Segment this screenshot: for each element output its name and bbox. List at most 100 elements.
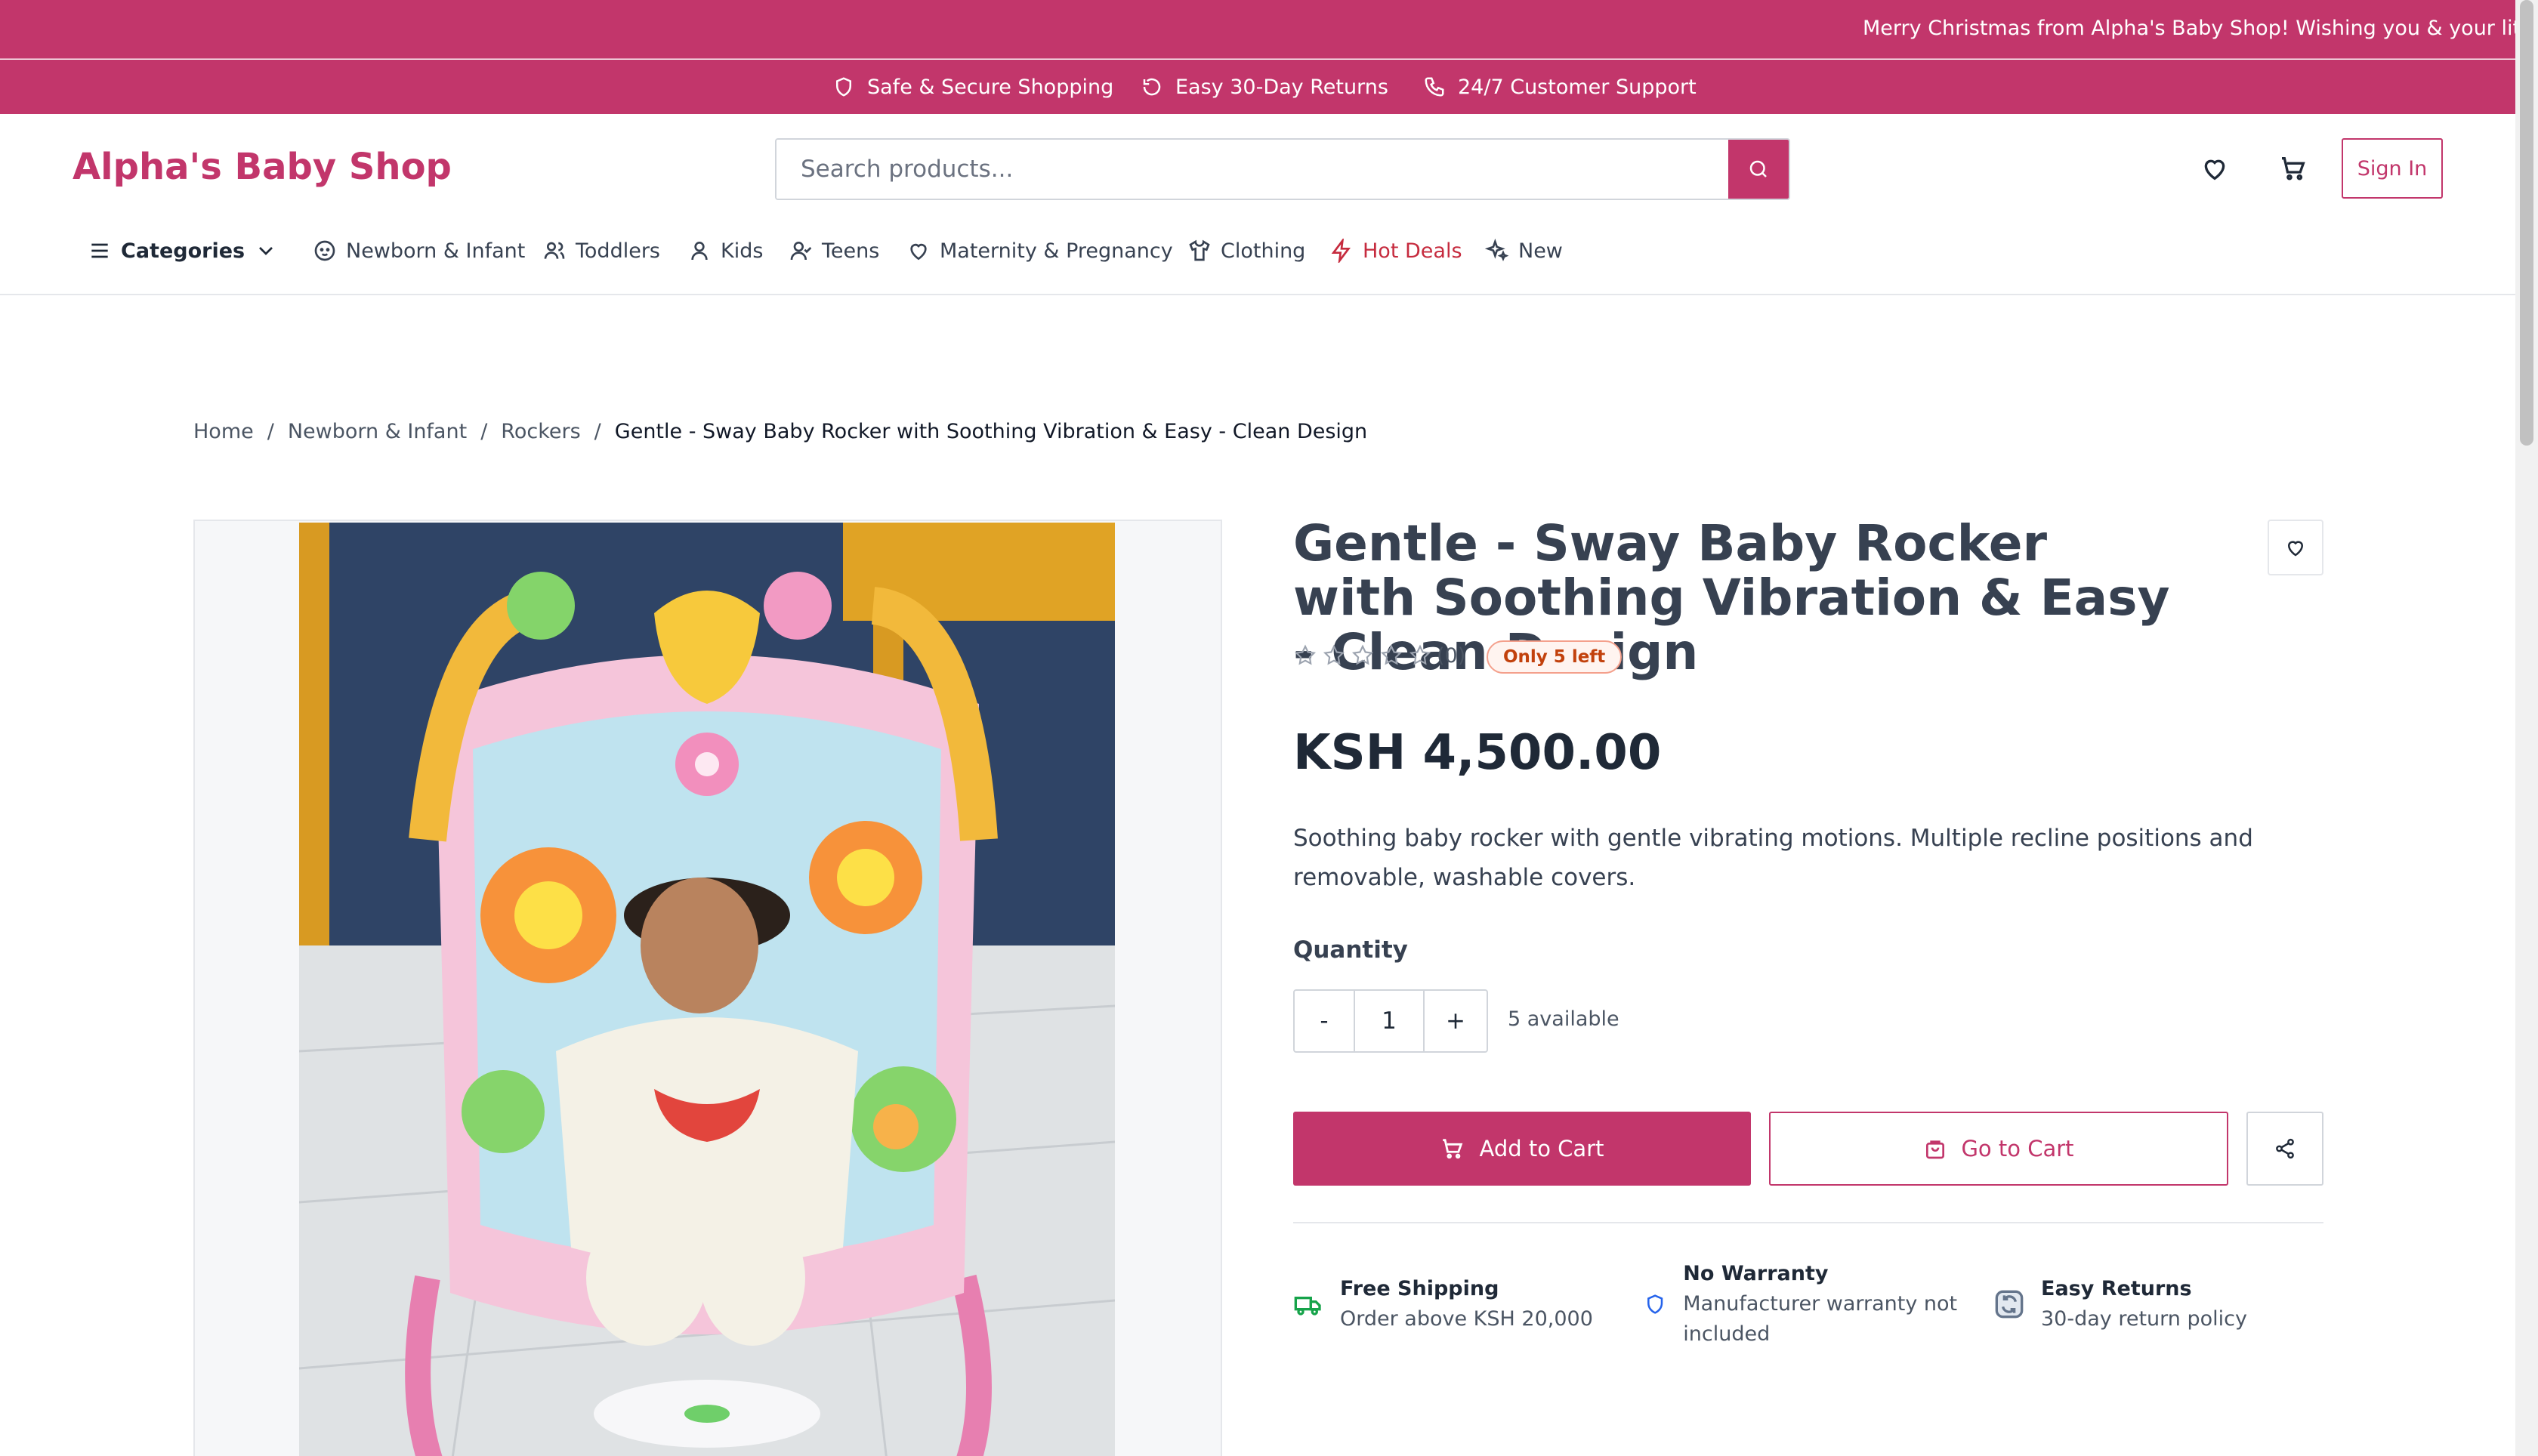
search-input[interactable]	[777, 140, 1728, 199]
feature-free-shipping: Free Shipping Order above KSH 20,000	[1293, 1274, 1593, 1334]
product-gallery	[193, 520, 1222, 1456]
shopping-bag-icon	[1926, 1140, 1945, 1159]
user-check-icon	[790, 242, 812, 261]
menu-icon	[91, 243, 108, 258]
trust-label: 24/7 Customer Support	[1458, 75, 1697, 99]
star-icon	[1380, 644, 1403, 665]
nav-item-new[interactable]: New	[1485, 231, 1563, 270]
baby-icon	[314, 240, 335, 261]
refresh-icon	[1995, 1290, 2024, 1319]
nav-label: Teens	[822, 239, 880, 263]
trust-item-secure: Safe & Secure Shopping	[832, 60, 1113, 114]
add-to-wishlist-button[interactable]	[2268, 520, 2323, 575]
nav-item-toddlers[interactable]: Toddlers	[542, 231, 660, 270]
nav-item-maternity[interactable]: Maternity & Pregnancy	[906, 231, 1173, 270]
categories-menu-button[interactable]: Categories	[88, 231, 278, 270]
nav-label: Hot Deals	[1363, 239, 1462, 263]
feature-subtitle: 30-day return policy	[2041, 1307, 2247, 1331]
quantity-input[interactable]: 1	[1355, 991, 1425, 1051]
feature-subtitle: Order above KSH 20,000	[1340, 1307, 1593, 1331]
sparkles-icon	[1485, 239, 1509, 262]
cart-icon	[1443, 1139, 1463, 1159]
nav-item-hot-deals[interactable]: Hot Deals	[1329, 231, 1462, 270]
breadcrumb-separator: /	[480, 420, 488, 443]
trust-label: Easy 30-Day Returns	[1175, 75, 1388, 99]
heart-icon	[910, 243, 927, 261]
share-icon	[2276, 1138, 2294, 1159]
quantity-stepper: - 1 +	[1293, 989, 1488, 1053]
availability-text: 5 available	[1508, 1007, 1619, 1031]
phone-icon	[1425, 77, 1444, 97]
go-to-cart-button[interactable]: Go to Cart	[1769, 1112, 2228, 1186]
nav-item-newborn[interactable]: Newborn & Infant	[313, 231, 525, 270]
feature-title: Free Shipping	[1340, 1277, 1499, 1300]
search-bar	[775, 138, 1790, 200]
breadcrumb-home[interactable]: Home	[193, 420, 254, 443]
breadcrumb-current: Gentle - Sway Baby Rocker with Soothing …	[614, 420, 1368, 443]
feature-title: No Warranty	[1683, 1262, 1829, 1285]
zap-icon	[1331, 239, 1351, 263]
nav-label: Maternity & Pregnancy	[940, 239, 1173, 263]
wishlist-heart-icon[interactable]	[2200, 153, 2230, 184]
promo-text: Merry Christmas from Alpha's Baby Shop! …	[1863, 17, 2515, 40]
nav-label: Kids	[721, 239, 764, 263]
review-count: (0)	[1437, 643, 1466, 668]
go-to-cart-label: Go to Cart	[1961, 1136, 2074, 1161]
star-icon	[1323, 644, 1345, 665]
categories-label: Categories	[121, 239, 245, 263]
chevron-down-icon	[259, 247, 273, 255]
product-image[interactable]	[299, 523, 1115, 1456]
share-button[interactable]	[2246, 1112, 2323, 1186]
scrollbar-thumb[interactable]	[2520, 0, 2533, 446]
breadcrumb-rockers[interactable]: Rockers	[501, 420, 580, 443]
quantity-decrease-button[interactable]: -	[1295, 991, 1355, 1051]
nav-label: New	[1518, 239, 1563, 263]
sign-in-button[interactable]: Sign In	[2342, 138, 2443, 199]
user-icon	[691, 242, 708, 261]
quantity-increase-button[interactable]: +	[1425, 991, 1487, 1051]
section-divider	[1293, 1222, 2323, 1223]
nav-item-teens[interactable]: Teens	[789, 231, 879, 270]
star-icon	[1351, 644, 1374, 665]
nav-item-clothing[interactable]: Clothing	[1187, 231, 1305, 270]
shirt-icon	[1189, 239, 1210, 261]
star-icon	[1294, 644, 1317, 665]
nav-label: Newborn & Infant	[346, 239, 526, 263]
breadcrumb: Home / Newborn & Infant / Rockers / Gent…	[193, 420, 1367, 443]
breadcrumb-separator: /	[267, 420, 274, 443]
star-icon	[1409, 644, 1431, 665]
feature-title: Easy Returns	[2041, 1277, 2192, 1300]
heart-icon	[2287, 541, 2304, 557]
stock-badge: Only 5 left	[1487, 640, 1623, 674]
category-nav: Categories Newborn & Infant Toddlers Kid…	[0, 231, 2515, 270]
product-description: Soothing baby rocker with gentle vibrati…	[1293, 825, 2253, 891]
nav-label: Toddlers	[576, 239, 660, 263]
promo-banner: Merry Christmas from Alpha's Baby Shop! …	[0, 0, 2515, 59]
quantity-label: Quantity	[1293, 936, 1408, 964]
add-to-cart-label: Add to Cart	[1479, 1136, 1604, 1161]
trust-label: Safe & Secure Shopping	[867, 75, 1114, 99]
breadcrumb-separator: /	[594, 420, 601, 443]
truck-icon	[1294, 1297, 1321, 1316]
feature-subtitle: Manufacturer warranty not included	[1683, 1292, 1958, 1346]
nav-item-kids[interactable]: Kids	[687, 231, 763, 270]
feature-easy-returns: Easy Returns 30-day return policy	[1994, 1274, 2247, 1334]
trust-item-returns: Easy 30-Day Returns	[1141, 60, 1388, 114]
breadcrumb-newborn[interactable]: Newborn & Infant	[288, 420, 467, 443]
shield-icon	[836, 77, 851, 97]
add-to-cart-button[interactable]: Add to Cart	[1293, 1112, 1751, 1186]
rotate-icon	[1143, 78, 1161, 96]
search-icon	[1749, 160, 1767, 177]
search-button[interactable]	[1728, 140, 1789, 199]
cart-icon[interactable]	[2278, 153, 2308, 184]
site-header: Alpha's Baby Shop Sign In Categories New…	[0, 114, 2515, 295]
trust-item-support: 24/7 Customer Support	[1423, 60, 1697, 114]
shield-icon	[1647, 1294, 1663, 1314]
product-price: KSH 4,500.00	[1293, 725, 1662, 781]
product-rating[interactable]: (0)	[1293, 643, 1465, 668]
trust-bar: Safe & Secure Shopping Easy 30-Day Retur…	[0, 60, 2515, 114]
site-logo[interactable]: Alpha's Baby Shop	[73, 146, 452, 188]
nav-label: Clothing	[1221, 239, 1306, 263]
users-icon	[544, 242, 565, 259]
feature-warranty: No Warranty Manufacturer warranty not in…	[1644, 1259, 1976, 1350]
